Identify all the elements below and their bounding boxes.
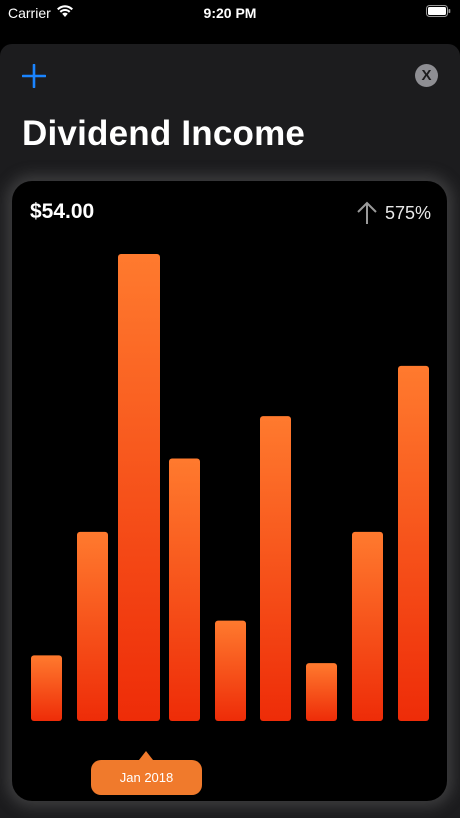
chart-bar[interactable] (169, 458, 200, 721)
chart-bar[interactable] (215, 620, 246, 721)
chart-bar[interactable] (398, 365, 429, 721)
bar-chart[interactable] (12, 181, 447, 801)
page-title: Dividend Income (22, 114, 306, 153)
clock: 9:20 PM (203, 5, 257, 21)
chart-bar[interactable] (77, 531, 108, 721)
plus-icon (21, 63, 47, 89)
status-bar: Carrier 9:20 PM (0, 0, 460, 26)
chart-bar[interactable] (31, 655, 62, 721)
chart-bar[interactable] (352, 531, 383, 721)
add-button[interactable] (21, 63, 47, 89)
selected-date-badge[interactable]: Jan 2018 (91, 751, 202, 795)
chart-bar[interactable] (260, 416, 291, 721)
chart-bar[interactable] (118, 254, 160, 721)
chart-card: $54.00 575% Jan 2018 (12, 181, 447, 801)
close-icon: X (421, 67, 432, 84)
close-button[interactable]: X (415, 64, 438, 87)
selected-date-label: Jan 2018 (119, 770, 174, 785)
chart-bar[interactable] (306, 663, 337, 721)
battery-icon (426, 5, 451, 17)
